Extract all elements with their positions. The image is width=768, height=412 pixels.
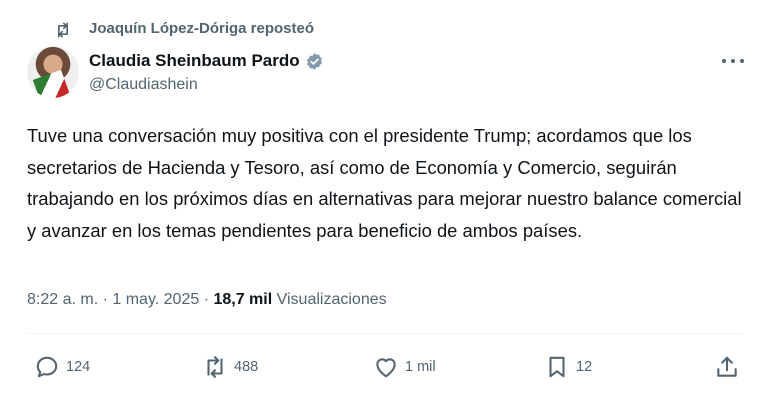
like-count: 1 mil: [405, 359, 436, 375]
author-row: Claudia Sheinbaum Pardo: [89, 51, 324, 71]
share-button[interactable]: [714, 354, 740, 380]
repost-icon: [58, 22, 68, 38]
views-label: Visualizaciones: [272, 291, 387, 308]
tweet-card[interactable]: Joaquín López-Dóriga reposteó Claudia Sh…: [0, 0, 768, 412]
reply-icon: [36, 356, 58, 378]
views-count: 18,7 mil: [213, 291, 273, 308]
tweet-meta: 8:22 a. m. · 1 may. 2025 · 18,7 mil Visu…: [27, 291, 387, 309]
author-handle[interactable]: @Claudiashein: [89, 76, 198, 94]
reply-button[interactable]: 124: [34, 354, 90, 380]
tweet-date[interactable]: 1 may. 2025: [112, 291, 199, 308]
repost-indicator[interactable]: Joaquín López-Dóriga reposteó: [56, 20, 315, 38]
heart-icon: [376, 358, 396, 378]
bookmark-count: 12: [576, 359, 593, 375]
bookmark-icon: [549, 356, 565, 378]
repost-button[interactable]: 488: [202, 354, 258, 380]
tweet-text: Tuve una conversación muy positiva con e…: [27, 125, 742, 241]
avatar[interactable]: [27, 46, 79, 98]
repost-icon: [207, 356, 223, 378]
repost-label: Joaquín López-Dóriga reposteó: [89, 20, 315, 37]
meta-separator: ·: [199, 291, 214, 308]
author-name[interactable]: Claudia Sheinbaum Pardo: [89, 51, 300, 71]
tweet-time[interactable]: 8:22 a. m.: [27, 291, 98, 308]
more-options-icon[interactable]: [722, 56, 744, 66]
repost-count: 488: [234, 359, 259, 375]
share-icon: [717, 356, 737, 377]
like-button[interactable]: 1 mil: [373, 354, 436, 380]
verified-badge-icon[interactable]: [305, 52, 324, 71]
reply-count: 124: [66, 359, 91, 375]
meta-separator: ·: [98, 291, 113, 308]
bookmark-button[interactable]: 12: [544, 354, 592, 380]
divider: [27, 333, 742, 334]
